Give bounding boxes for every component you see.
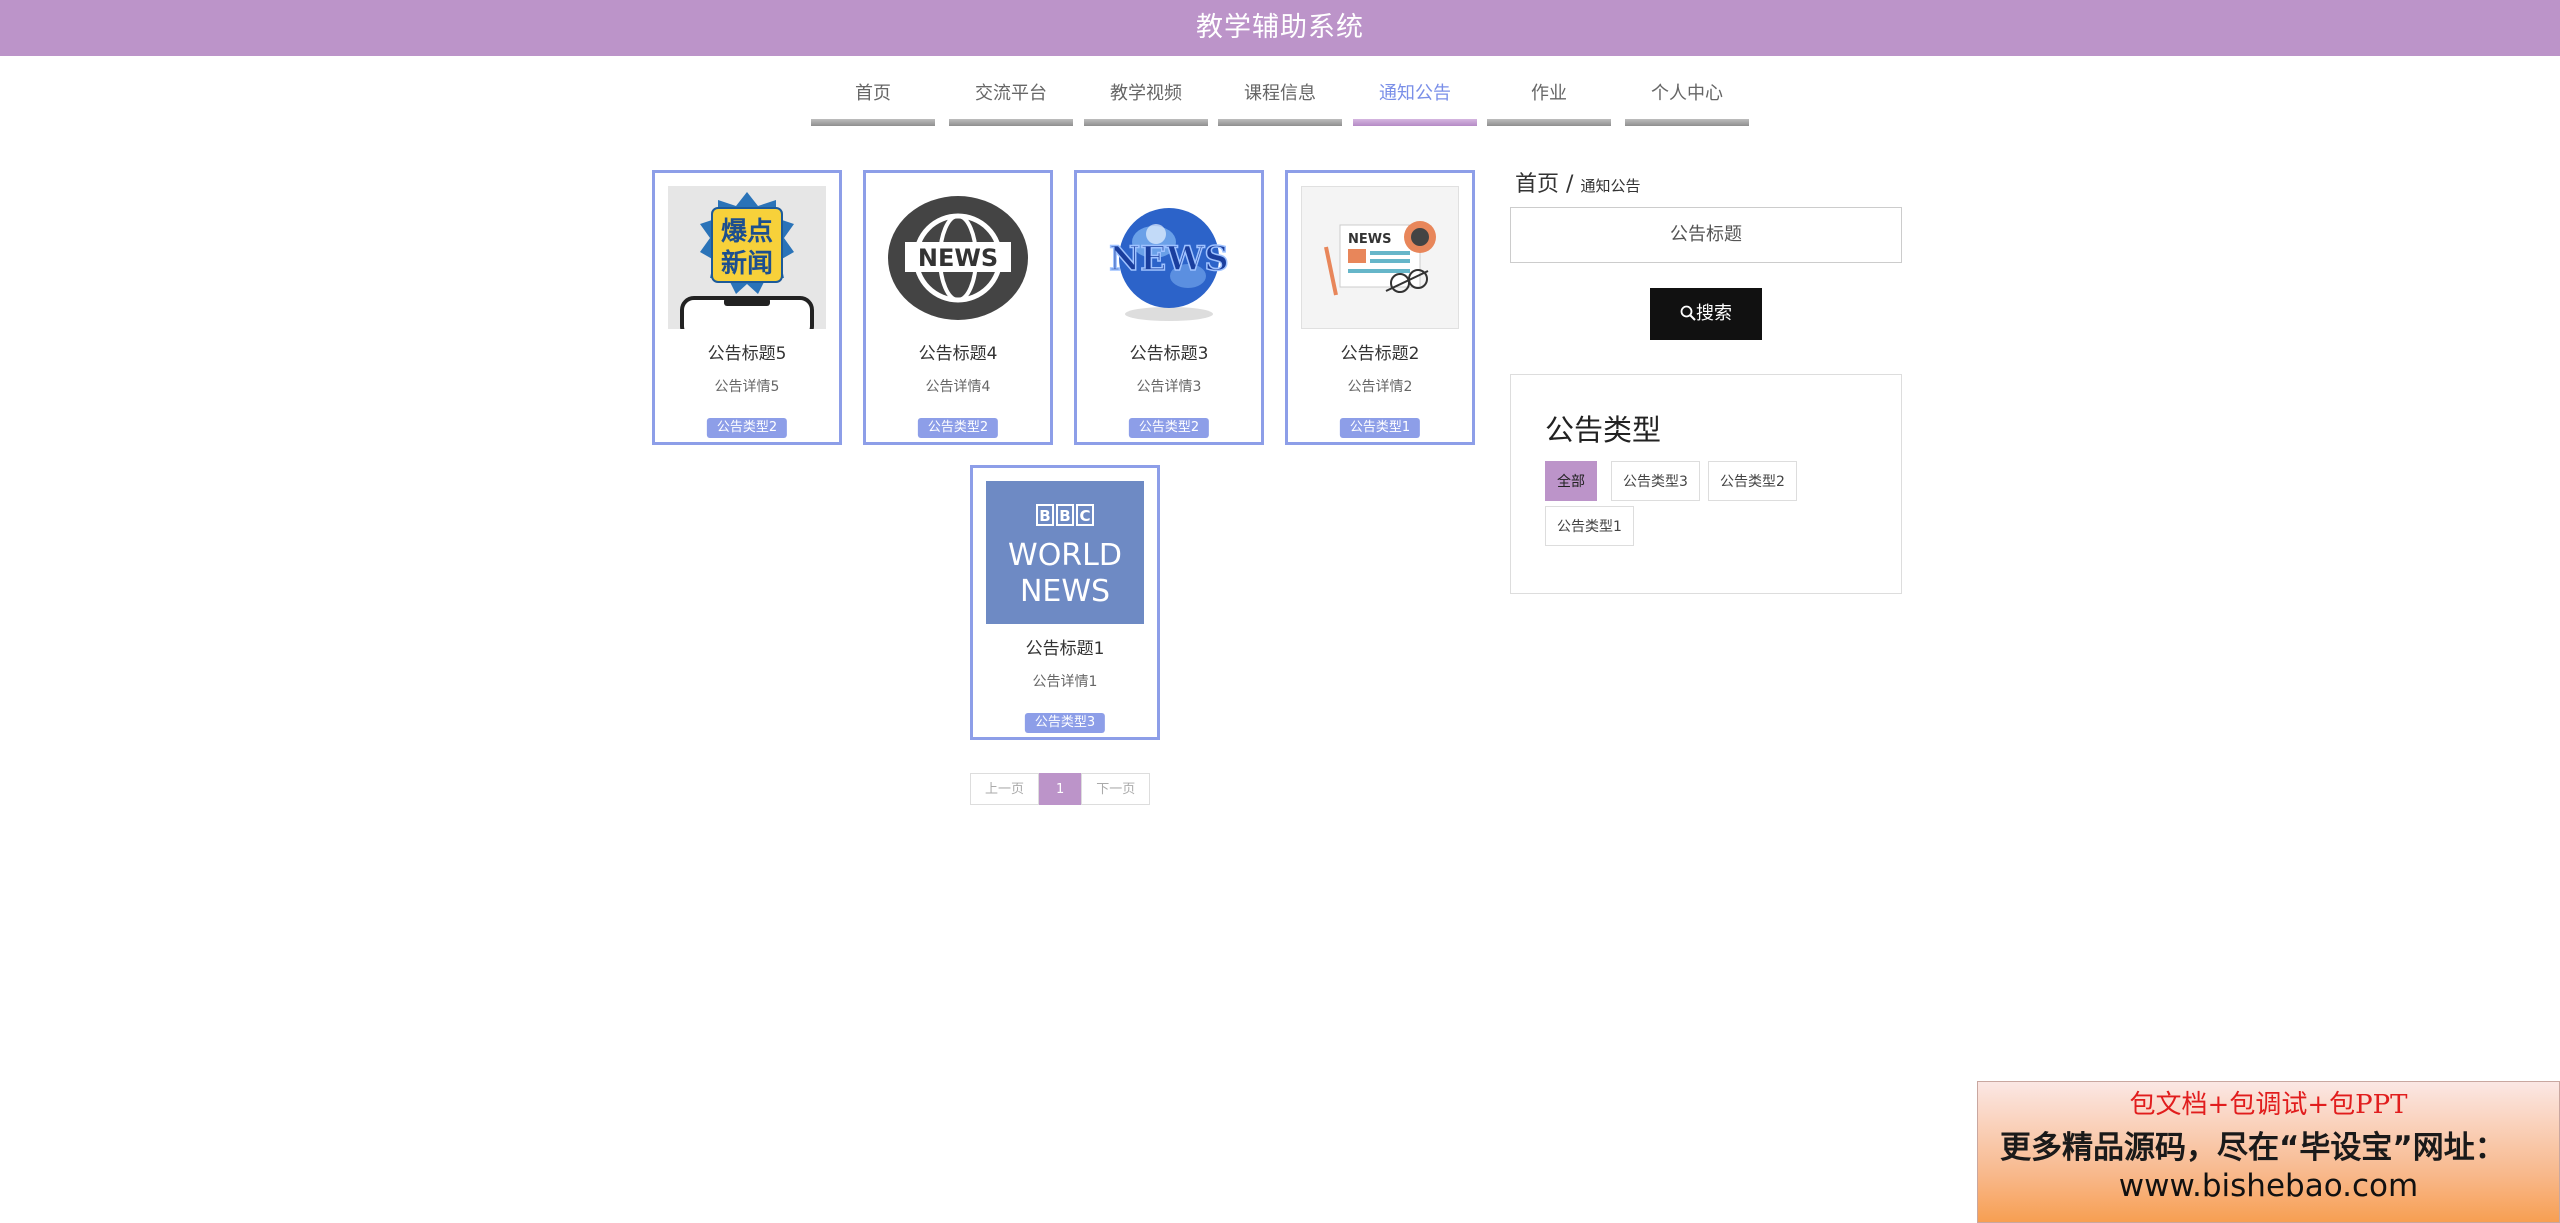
notice-card[interactable]: NEWS 公告标题3 公告详情3 公告类型2 [1074, 170, 1264, 445]
notice-type-badge: 公告类型2 [706, 418, 788, 438]
type-filter-3[interactable]: 公告类型3 [1611, 461, 1700, 501]
newspaper-icon: NEWS [1324, 221, 1436, 296]
nav-underline [1084, 119, 1208, 126]
nav-item-label: 作业 [1531, 83, 1567, 104]
main-nav: 首页 交流平台 教学视频 课程信息 通知公告 作业 个人中心 [0, 82, 2560, 128]
promo-line-2: 更多精品源码，尽在“毕设宝”网址： [2000, 1130, 2506, 1166]
breadcrumb-current: 通知公告 [1580, 177, 1641, 195]
page-number-current[interactable]: 1 [1039, 773, 1082, 805]
app-header: 教学辅助系统 [0, 0, 2560, 56]
nav-item-label: 通知公告 [1379, 83, 1451, 104]
notice-type-badge: 公告类型1 [1339, 418, 1421, 438]
globe-news-icon: NEWS [888, 196, 1028, 320]
notice-desc: 公告详情4 [925, 379, 991, 395]
nav-item-home[interactable]: 首页 [811, 82, 935, 126]
notice-type-badge: 公告类型2 [917, 418, 999, 438]
svg-text:NEWS: NEWS [918, 244, 998, 272]
nav-item-forum[interactable]: 交流平台 [949, 82, 1073, 126]
nav-underline [1353, 119, 1477, 126]
search-placeholder: 公告标题 [1670, 224, 1742, 245]
nav-item-label: 教学视频 [1110, 83, 1182, 104]
prev-page-button[interactable]: 上一页 [970, 773, 1040, 805]
notice-card[interactable]: B B C WORLD NEWS 公告标题1 公告详情1 公告类型3 [970, 465, 1160, 740]
notice-type-filter: 公告类型 全部 公告类型3 公告类型2 公告类型1 [1510, 374, 1902, 594]
svg-text:NEWS: NEWS [1020, 574, 1110, 609]
filter-title: 公告类型 [1545, 413, 1662, 447]
search-button-label: 搜索 [1696, 303, 1732, 324]
notice-desc: 公告详情3 [1136, 379, 1202, 395]
notice-card[interactable]: NEWS 公告标题4 公告详情4 公告类型2 [863, 170, 1053, 445]
promo-banner[interactable]: 包文档+包调试+包PPT 更多精品源码，尽在“毕设宝”网址： www.bishe… [1977, 1081, 2560, 1223]
nav-item-homework[interactable]: 作业 [1487, 82, 1611, 126]
nav-item-label: 交流平台 [975, 83, 1047, 104]
notice-title[interactable]: 公告标题1 [973, 634, 1157, 659]
svg-text:新闻: 新闻 [721, 248, 773, 279]
breadcrumb-home[interactable]: 首页 [1515, 172, 1559, 197]
notice-image: NEWS [879, 186, 1037, 329]
notice-desc: 公告详情5 [714, 379, 780, 395]
nav-underline [1487, 119, 1611, 126]
svg-text:爆点: 爆点 [721, 216, 773, 247]
notice-image: 爆点 新闻 [668, 186, 826, 329]
nav-item-label: 课程信息 [1244, 83, 1316, 104]
promo-line-1: 包文档+包调试+包PPT [2129, 1090, 2408, 1120]
bbc-world-news-icon: B B C WORLD NEWS [986, 481, 1144, 624]
type-filter-all[interactable]: 全部 [1545, 461, 1597, 501]
notice-title[interactable]: 公告标题5 [655, 339, 839, 364]
notice-image: NEWS [1090, 186, 1248, 329]
nav-item-profile[interactable]: 个人中心 [1625, 82, 1749, 126]
notice-card[interactable]: 爆点 新闻 公告标题5 公告详情5 公告类型2 [652, 170, 842, 445]
notice-title[interactable]: 公告标题3 [1077, 339, 1261, 364]
nav-item-courses[interactable]: 课程信息 [1218, 82, 1342, 126]
notice-card[interactable]: NEWS 公告标题2 公告详情2 公告类型1 [1285, 170, 1475, 445]
svg-text:NEWS: NEWS [1348, 232, 1391, 247]
breaking-news-icon: 爆点 新闻 [668, 186, 826, 329]
notice-image: NEWS [1301, 186, 1459, 329]
nav-item-label: 首页 [855, 83, 891, 104]
svg-text:B: B [1059, 507, 1070, 525]
earth-news-icon: NEWS [1108, 208, 1230, 321]
pagination: 上一页 1 下一页 [970, 773, 1151, 805]
next-page-button[interactable]: 下一页 [1081, 773, 1151, 805]
svg-text:B: B [1039, 507, 1050, 525]
promo-url: www.bishebao.com [2118, 1168, 2419, 1204]
notice-type-badge: 公告类型2 [1128, 418, 1210, 438]
nav-item-notices[interactable]: 通知公告 [1353, 82, 1477, 126]
notice-title[interactable]: 公告标题4 [866, 339, 1050, 364]
svg-text:WORLD: WORLD [1008, 538, 1122, 573]
nav-underline [949, 119, 1073, 126]
svg-text:NEWS: NEWS [1109, 239, 1229, 279]
svg-text:C: C [1079, 507, 1090, 525]
nav-underline [1625, 119, 1749, 126]
type-filter-1[interactable]: 公告类型1 [1545, 506, 1634, 546]
nav-item-videos[interactable]: 教学视频 [1084, 82, 1208, 126]
notice-title[interactable]: 公告标题2 [1288, 339, 1472, 364]
type-filter-2[interactable]: 公告类型2 [1708, 461, 1797, 501]
nav-underline [811, 119, 935, 126]
nav-item-label: 个人中心 [1651, 83, 1723, 104]
app-title: 教学辅助系统 [1196, 12, 1364, 43]
notice-desc: 公告详情1 [1032, 674, 1098, 690]
notice-type-badge: 公告类型3 [1024, 713, 1106, 733]
breadcrumb: 首页 / 通知公告 [1515, 166, 1640, 198]
breadcrumb-separator: / [1566, 172, 1574, 197]
search-icon [1680, 305, 1696, 321]
search-input[interactable]: 公告标题 [1510, 207, 1902, 263]
notice-desc: 公告详情2 [1347, 379, 1413, 395]
notice-image: B B C WORLD NEWS [986, 481, 1144, 624]
search-button[interactable]: 搜索 [1650, 288, 1762, 340]
nav-underline [1218, 119, 1342, 126]
